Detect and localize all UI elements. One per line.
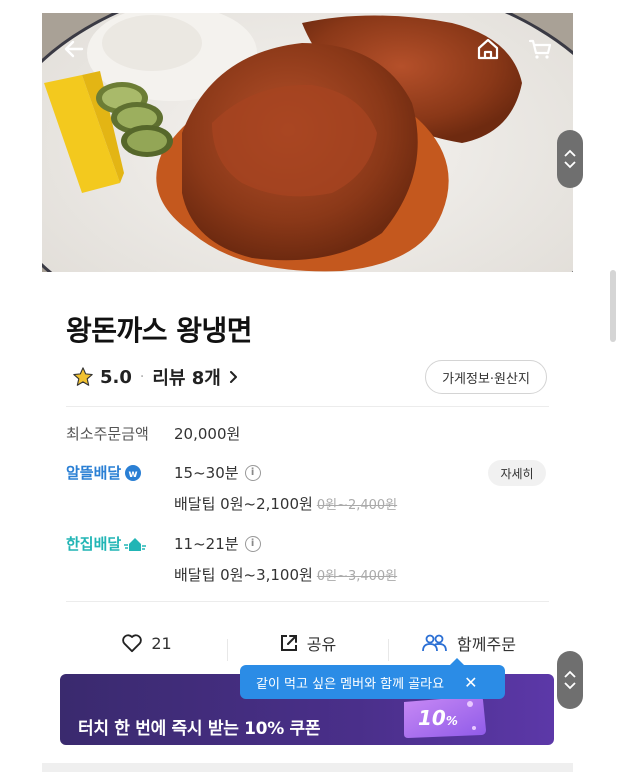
economy-badge-icon: w [124, 464, 142, 482]
star-icon [72, 366, 94, 388]
delivery-option-single: 한집배달 [66, 533, 147, 554]
share-button[interactable]: 공유 [227, 631, 388, 661]
store-info-button[interactable]: 가게정보·원산지 [425, 360, 547, 394]
tooltip-text: 같이 먹고 싶은 멤버와 함께 골라요 [256, 676, 445, 692]
house-speed-icon [124, 536, 147, 552]
divider [66, 601, 549, 602]
group-icon [421, 633, 449, 653]
home-icon [475, 36, 501, 62]
tip-original: 0원~3,400원 [316, 569, 398, 584]
separator-dot: · [139, 369, 145, 385]
section-divider [42, 763, 573, 772]
min-order-value: 20,000원 [174, 425, 241, 443]
chevron-up-icon [564, 670, 576, 678]
chevron-down-icon [564, 161, 576, 169]
heart-icon [121, 633, 143, 653]
scrollbar[interactable] [610, 270, 616, 342]
delivery-tip-single: 배달팁 0원~3,100원 0원~3,400원 [174, 564, 397, 585]
coupon-text: 터치 한 번에 즉시 받는 10% 쿠폰 [78, 719, 321, 739]
detail-button[interactable]: 자세히 [488, 460, 546, 486]
share-icon [279, 633, 299, 653]
cart-icon [527, 36, 553, 62]
reviews-link[interactable]: 리뷰 8개 [152, 364, 240, 390]
group-order-label: 함께주문 [457, 635, 516, 654]
cart-button[interactable] [522, 31, 558, 67]
tip-text: 배달팁 0원~3,100원 [174, 566, 313, 584]
reviews-label: 리뷰 8개 [152, 368, 221, 389]
scroll-handle-bottom[interactable] [557, 651, 583, 709]
chevron-down-icon [564, 682, 576, 690]
like-count: 21 [151, 633, 172, 653]
delivery-tip-economy: 배달팁 0원~2,100원 0원~2,400원 [174, 493, 397, 514]
chevron-right-icon [225, 369, 241, 385]
info-icon[interactable]: i [244, 464, 261, 481]
delivery-time-single: 11~21분 i [174, 533, 261, 554]
info-icon[interactable]: i [244, 535, 261, 552]
coupon-badge-unit: % [445, 714, 458, 728]
action-bar: 21 공유 함께주문 [66, 622, 549, 664]
back-button[interactable] [56, 31, 92, 67]
group-order-button[interactable]: 함께주문 [388, 631, 549, 661]
share-label: 공유 [306, 635, 337, 654]
tip-text: 배달팁 0원~2,100원 [174, 495, 313, 513]
store-page: 왕돈까스 왕냉면 5.0 · 리뷰 8개 가게정보·원산지 최소주문금액 20,… [42, 13, 573, 772]
chevron-up-icon [564, 149, 576, 157]
svg-text:w: w [129, 469, 138, 480]
time-text: 11~21분 [174, 535, 239, 553]
delivery-name: 한집배달 [66, 535, 122, 553]
delivery-name: 알뜰배달 [66, 464, 122, 482]
rating-row: 5.0 · 리뷰 8개 [72, 363, 241, 391]
like-button[interactable]: 21 [66, 633, 227, 653]
home-button[interactable] [470, 31, 506, 67]
scroll-handle-top[interactable] [557, 130, 583, 188]
divider [66, 406, 549, 407]
close-icon[interactable]: ✕ [464, 673, 477, 692]
min-order-label: 최소주문금액 [66, 425, 149, 443]
rating-value: 5.0 [100, 366, 132, 388]
delivery-time-economy: 15~30분 i [174, 462, 261, 483]
store-name: 왕돈까스 왕냉면 [66, 314, 253, 347]
coupon-badge-text: 10% [418, 706, 458, 730]
coupon-badge-number: 10 [418, 706, 446, 730]
time-text: 15~30분 [174, 464, 239, 482]
tip-original: 0원~2,400원 [316, 498, 398, 513]
food-photo [42, 13, 573, 272]
arrow-left-icon [62, 37, 86, 61]
group-order-tooltip: 같이 먹고 싶은 멤버와 함께 골라요 ✕ [240, 658, 505, 699]
delivery-option-economy: 알뜰배달 w [66, 462, 142, 483]
